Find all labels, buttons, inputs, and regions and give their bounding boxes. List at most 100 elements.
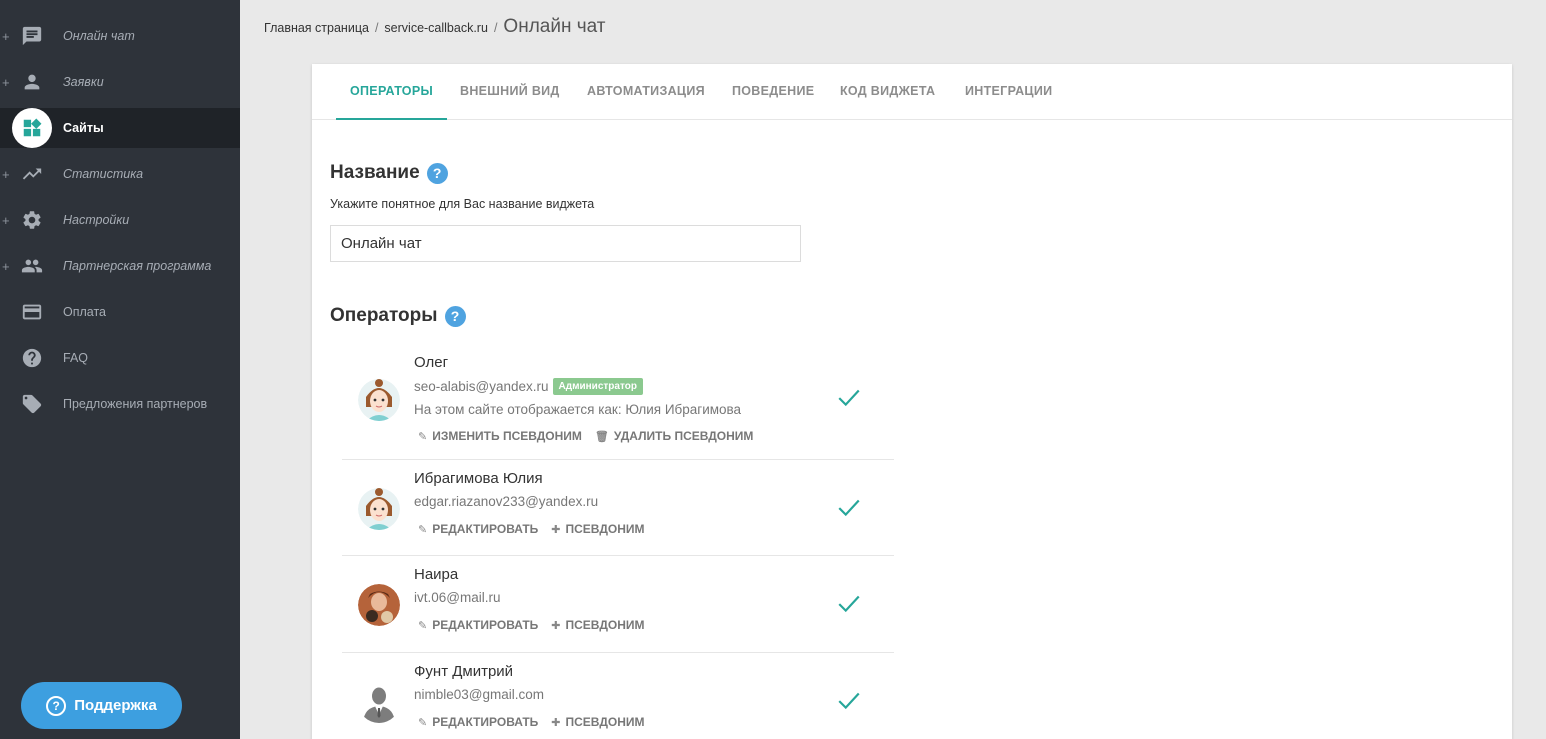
operator-actions: ✎ ИЗМЕНИТЬ ПСЕВДОНИМ 🗑 УДАЛИТЬ ПСЕВДОНИМ [418, 429, 766, 443]
tab-widget-code[interactable]: КОД ВИДЖЕТА [840, 64, 935, 120]
operator-name: Наира [414, 566, 459, 583]
people-icon [20, 254, 44, 278]
trash-icon: 🗑 [594, 430, 609, 443]
breadcrumb: Главная страница / service-callback.ru /… [264, 16, 605, 38]
tag-icon [20, 392, 44, 416]
operator-email: nimble03@gmail.com [414, 687, 545, 702]
gear-icon [20, 208, 44, 232]
edit-icon: ✎ [418, 523, 428, 536]
avatar [358, 681, 400, 723]
avatar [358, 379, 400, 421]
sidebar-item-label: Статистика [63, 167, 144, 181]
avatar [358, 488, 400, 530]
check-icon[interactable] [836, 590, 862, 616]
expand-plus[interactable]: + [2, 167, 10, 182]
action-label: УДАЛИТЬ ПСЕВДОНИМ [613, 429, 754, 443]
action-label: РЕДАКТИРОВАТЬ [432, 522, 539, 536]
tab-integrations[interactable]: ИНТЕГРАЦИИ [965, 64, 1052, 120]
operator-name: Ибрагимова Юлия [414, 470, 543, 487]
tab-automation[interactable]: АВТОМАТИЗАЦИЯ [587, 64, 705, 120]
edit-alias-button[interactable]: ✎ ИЗМЕНИТЬ ПСЕВДОНИМ [418, 429, 582, 443]
operator-name: Олег [414, 354, 449, 371]
operator-email: seo-alabis@yandex.ru [414, 379, 549, 394]
sidebar-item-label: FAQ [63, 351, 89, 365]
sidebar-item-label: Онлайн чат [63, 29, 135, 43]
sidebar-item-label: Настройки [63, 213, 130, 227]
name-hint: Укажите понятное для Вас название виджет… [330, 197, 595, 211]
sidebar-item-faq[interactable]: FAQ [0, 338, 240, 378]
operators-title-text: Операторы [330, 305, 438, 326]
sidebar-item-label: Заявки [63, 75, 104, 89]
action-label: ПСЕВДОНИМ [565, 618, 645, 632]
breadcrumb-current: Онлайн чат [503, 16, 606, 37]
plus-icon: ✚ [551, 619, 561, 632]
sidebar-item-label: Партнерская программа [63, 259, 212, 273]
expand-plus[interactable]: + [2, 29, 10, 44]
expand-plus[interactable]: + [2, 259, 10, 274]
name-title-text: Название [330, 162, 420, 183]
avatar [358, 584, 400, 626]
edit-icon: ✎ [418, 619, 428, 632]
breadcrumb-site[interactable]: service-callback.ru [384, 21, 488, 35]
breadcrumb-home[interactable]: Главная страница [264, 21, 369, 35]
operator-row: Олег seo-alabis@yandex.ru Администратор … [342, 344, 894, 460]
help-icon [20, 346, 44, 370]
expand-plus[interactable]: + [2, 213, 10, 228]
chat-icon [20, 24, 44, 48]
sidebar-item-settings[interactable]: + Настройки [0, 200, 240, 240]
help-circle-icon: ? [46, 695, 67, 716]
help-icon[interactable]: ? [444, 305, 466, 327]
expand-plus[interactable]: + [2, 75, 10, 90]
operator-actions: ✎ РЕДАКТИРОВАТЬ ✚ ПСЕВДОНИМ [418, 522, 658, 536]
operator-name: Фунт Дмитрий [414, 663, 514, 680]
sidebar-item-payment[interactable]: Оплата [0, 292, 240, 332]
edit-icon: ✎ [418, 430, 428, 443]
person-icon [20, 70, 44, 94]
sidebar-item-statistics[interactable]: + Статистика [0, 154, 240, 194]
breadcrumb-separator: / [374, 21, 379, 35]
action-label: РЕДАКТИРОВАТЬ [432, 715, 539, 729]
sidebar-item-label: Сайты [63, 121, 104, 135]
tab-operators[interactable]: ОПЕРАТОРЫ [336, 64, 448, 120]
sidebar-item-online-chat[interactable]: + Онлайн чат [0, 16, 240, 56]
operator-email-line: seo-alabis@yandex.ru Администратор [414, 378, 643, 395]
sidebar-item-sites[interactable]: Сайты [0, 108, 240, 148]
operator-row: Ибрагимова Юлия edgar.riazanov233@yandex… [342, 460, 894, 556]
widgets-icon [12, 108, 52, 148]
tab-behavior[interactable]: ПОВЕДЕНИЕ [732, 64, 814, 120]
operators-section-title: Операторы ? [330, 305, 466, 327]
operator-email: edgar.riazanov233@yandex.ru [414, 494, 599, 509]
add-alias-button[interactable]: ✚ ПСЕВДОНИМ [551, 618, 644, 632]
add-alias-button[interactable]: ✚ ПСЕВДОНИМ [551, 715, 644, 729]
trending-up-icon [20, 162, 44, 186]
edit-operator-button[interactable]: ✎ РЕДАКТИРОВАТЬ [418, 522, 538, 536]
action-label: РЕДАКТИРОВАТЬ [432, 618, 539, 632]
sidebar-item-partner-program[interactable]: + Партнерская программа [0, 246, 240, 286]
action-label: ИЗМЕНИТЬ ПСЕВДОНИМ [432, 429, 582, 443]
plus-icon: ✚ [551, 523, 561, 536]
add-alias-button[interactable]: ✚ ПСЕВДОНИМ [551, 522, 644, 536]
action-label: ПСЕВДОНИМ [565, 715, 645, 729]
widget-name-input[interactable] [330, 225, 801, 262]
check-icon[interactable] [836, 687, 862, 713]
edit-operator-button[interactable]: ✎ РЕДАКТИРОВАТЬ [418, 618, 538, 632]
breadcrumb-separator: / [493, 21, 498, 35]
help-icon[interactable]: ? [426, 162, 448, 184]
support-button[interactable]: ? Поддержка [21, 682, 182, 729]
operator-row: Наира ivt.06@mail.ru ✎ РЕДАКТИРОВАТЬ ✚ ПСЕ… [342, 556, 894, 653]
sidebar-item-partner-offers[interactable]: Предложения партнеров [0, 384, 240, 424]
tab-appearance[interactable]: ВНЕШНИЙ ВИД [460, 64, 560, 120]
edit-operator-button[interactable]: ✎ РЕДАКТИРОВАТЬ [418, 715, 538, 729]
support-label: Поддержка [74, 697, 157, 714]
operator-row: Фунт Дмитрий nimble03@gmail.com ✎ РЕДАКТИ… [342, 653, 894, 739]
name-section-title: Название ? [330, 162, 448, 184]
check-icon[interactable] [836, 384, 862, 410]
check-icon[interactable] [836, 494, 862, 520]
operator-actions: ✎ РЕДАКТИРОВАТЬ ✚ ПСЕВДОНИМ [418, 618, 658, 632]
sidebar-item-requests[interactable]: + Заявки [0, 62, 240, 102]
delete-alias-button[interactable]: 🗑 УДАЛИТЬ ПСЕВДОНИМ [595, 429, 754, 443]
sidebar: + Онлайн чат + Заявки Сайты + Статистика… [0, 0, 240, 739]
admin-badge: Администратор [552, 378, 643, 395]
tab-bar: ОПЕРАТОРЫ ВНЕШНИЙ ВИД АВТОМАТИЗАЦИЯ ПОВЕ… [312, 64, 1512, 120]
sidebar-item-label: Оплата [63, 305, 106, 319]
